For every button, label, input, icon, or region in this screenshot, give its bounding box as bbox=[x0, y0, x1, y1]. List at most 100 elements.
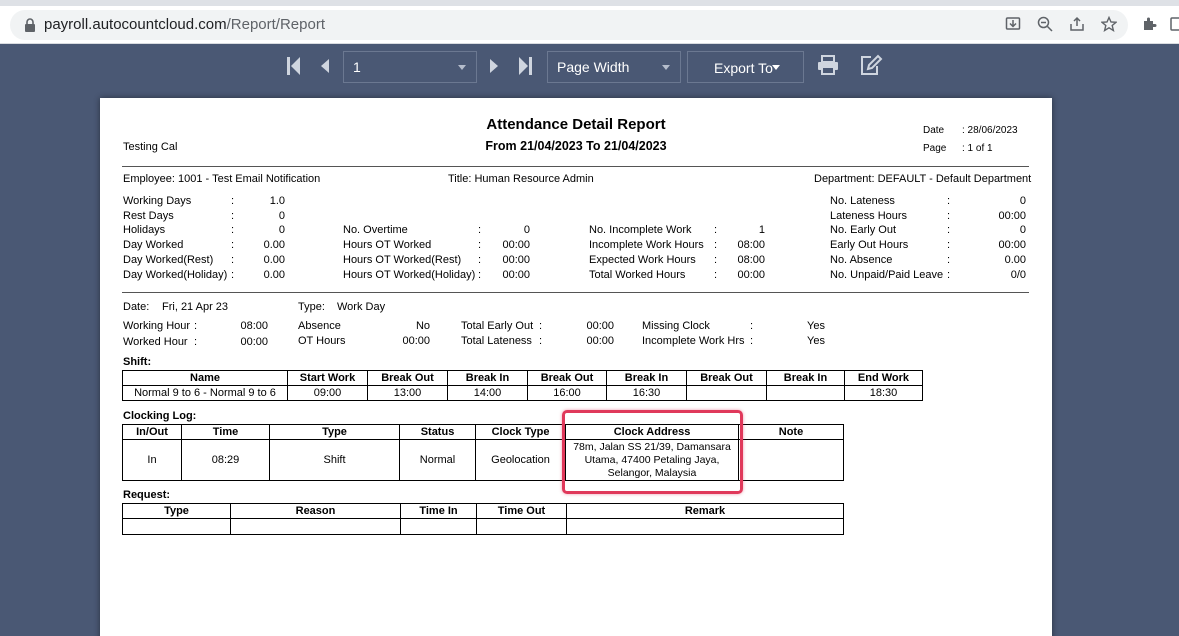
url-omnibox[interactable]: payroll.autocountcloud.com/Report/Report bbox=[10, 10, 1128, 40]
column-header: Status bbox=[399, 424, 476, 440]
print-date-value: : 28/06/2023 bbox=[962, 125, 1018, 136]
shift-header-row: Name Start Work Break Out Break In Break… bbox=[122, 370, 923, 386]
summary-value: 0 bbox=[278, 224, 285, 236]
colon: : bbox=[714, 239, 718, 251]
table-row: Normal 9 to 6 - Normal 9 to 6 09:00 13:0… bbox=[122, 385, 923, 401]
colon: : bbox=[947, 224, 951, 236]
first-page-icon[interactable] bbox=[286, 56, 300, 76]
summary-label: Rest Days bbox=[123, 210, 174, 222]
worked-hour-label: Worked Hour bbox=[123, 336, 188, 348]
last-page-icon[interactable] bbox=[519, 56, 533, 76]
page-count: : 1 of 1 bbox=[962, 143, 993, 154]
summary-label: Total Worked Hours bbox=[589, 269, 686, 281]
table-cell: In bbox=[122, 439, 182, 481]
shift-table: Name Start Work Break Out Break In Break… bbox=[122, 370, 923, 401]
column-header: Time In bbox=[400, 503, 477, 519]
colon: : bbox=[947, 195, 951, 207]
report-date-range: From 21/04/2023 To 21/04/2023 bbox=[485, 139, 667, 153]
export-button[interactable]: Export To bbox=[687, 51, 804, 83]
summary-value: 0/0 bbox=[1010, 269, 1026, 281]
table-cell: 18:30 bbox=[844, 385, 923, 401]
colon: : bbox=[947, 210, 951, 222]
employee-info: Employee: 1001 - Test Email Notification bbox=[123, 173, 321, 185]
day-date-value: Fri, 21 Apr 23 bbox=[162, 301, 229, 313]
column-header: Break In bbox=[606, 370, 687, 386]
extensions-icon[interactable] bbox=[1141, 16, 1157, 32]
previous-page-icon[interactable] bbox=[320, 59, 330, 73]
page-number-select[interactable]: 1 bbox=[343, 51, 477, 83]
report-page: Attendance Detail Report From 21/04/2023… bbox=[100, 98, 1052, 636]
summary-label: Day Worked(Rest) bbox=[123, 254, 214, 266]
table-cell: Normal 9 to 6 - Normal 9 to 6 bbox=[122, 385, 288, 401]
summary-label: Expected Work Hours bbox=[589, 254, 696, 266]
edit-icon[interactable] bbox=[859, 54, 883, 76]
summary-label: No. Absence bbox=[830, 254, 893, 266]
ot-hours-label: OT Hours bbox=[298, 335, 346, 347]
zoom-out-icon[interactable] bbox=[1037, 16, 1053, 32]
summary-value: 0 bbox=[278, 210, 285, 222]
total-early-out-label: Total Early Out bbox=[461, 320, 534, 332]
report-viewer-toolbar: 1 Page Width Export To bbox=[0, 44, 1179, 90]
summary-label: Lateness Hours bbox=[830, 210, 908, 222]
next-page-icon[interactable] bbox=[489, 59, 499, 73]
table-cell: 16:00 bbox=[527, 385, 607, 401]
employee-title: Title: Human Resource Admin bbox=[448, 173, 594, 185]
table-cell: 08:29 bbox=[181, 439, 270, 481]
incomplete-hrs-value: Yes bbox=[807, 335, 825, 347]
worked-hour-value: 00:00 bbox=[240, 336, 268, 348]
zoom-select[interactable]: Page Width bbox=[547, 51, 681, 83]
side-panel-icon[interactable] bbox=[1170, 16, 1179, 32]
column-header: Remark bbox=[566, 503, 844, 519]
summary-value: 1.0 bbox=[269, 195, 285, 207]
summary-value: 00:00 bbox=[737, 269, 765, 281]
print-icon[interactable] bbox=[817, 55, 839, 75]
table-cell: 13:00 bbox=[367, 385, 448, 401]
company-name: Testing Cal bbox=[123, 141, 178, 153]
colon: : bbox=[947, 239, 951, 251]
clock-address-highlight bbox=[562, 410, 743, 494]
summary-label: Early Out Hours bbox=[830, 239, 909, 251]
colon: : bbox=[231, 269, 235, 281]
colon: : bbox=[231, 210, 235, 222]
summary-value: 08:00 bbox=[737, 254, 765, 266]
summary-label: Incomplete Work Hours bbox=[589, 239, 704, 251]
employee-department: Department: DEFAULT - Default Department bbox=[814, 173, 1032, 185]
table-cell bbox=[766, 385, 845, 401]
summary-label: Hours OT Worked(Holiday) bbox=[343, 269, 476, 281]
colon: : bbox=[478, 254, 482, 266]
incomplete-hrs-label: Incomplete Work Hrs bbox=[642, 335, 745, 347]
summary-label: No. Early Out bbox=[830, 224, 897, 236]
summary-value: 00:00 bbox=[502, 239, 530, 251]
colon: : bbox=[194, 320, 198, 332]
colon: : bbox=[539, 320, 543, 332]
report-title: Attendance Detail Report bbox=[486, 116, 666, 133]
column-header: Break Out bbox=[686, 370, 767, 386]
summary-value: 0.00 bbox=[263, 254, 285, 266]
summary-label: Working Days bbox=[123, 195, 192, 207]
lock-icon[interactable] bbox=[24, 18, 36, 32]
summary-value: 0.00 bbox=[263, 239, 285, 251]
summary-divider bbox=[122, 292, 1029, 293]
column-header: Break In bbox=[766, 370, 845, 386]
colon: : bbox=[478, 224, 482, 236]
share-icon[interactable] bbox=[1069, 16, 1085, 32]
summary-value: 00:00 bbox=[502, 254, 530, 266]
summary-label: Hours OT Worked bbox=[343, 239, 432, 251]
bookmark-star-icon[interactable] bbox=[1101, 16, 1117, 32]
export-label: Export To bbox=[714, 60, 773, 76]
colon: : bbox=[750, 335, 754, 347]
day-type-label: Type: bbox=[298, 301, 325, 313]
url-text[interactable]: payroll.autocountcloud.com/Report/Report bbox=[44, 16, 325, 33]
install-app-icon[interactable] bbox=[1005, 16, 1021, 32]
table-cell: Shift bbox=[269, 439, 400, 481]
column-header: In/Out bbox=[122, 424, 182, 440]
total-early-out-value: 00:00 bbox=[586, 320, 614, 332]
summary-value: 1 bbox=[758, 224, 765, 236]
column-header: Clock Type bbox=[475, 424, 566, 440]
summary-value: 0.00 bbox=[263, 269, 285, 281]
request-table: Type Reason Time In Time Out Remark bbox=[122, 503, 844, 535]
colon: : bbox=[947, 254, 951, 266]
day-date-label: Date: bbox=[123, 301, 150, 313]
summary-label: Holidays bbox=[123, 224, 166, 236]
colon: : bbox=[714, 224, 718, 236]
